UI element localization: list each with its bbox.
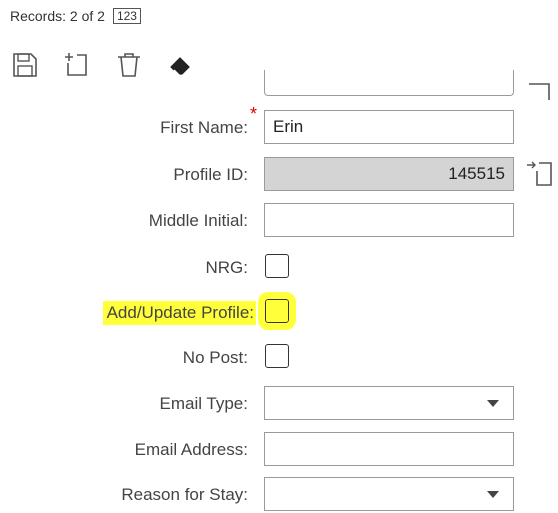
save-icon [13,53,37,77]
save-button[interactable] [10,50,40,80]
email-type-label: Email Type: [159,394,248,413]
records-indicator: Records: 2 of 2 123 [10,8,141,24]
records-count: Records: 2 of 2 [10,8,105,24]
first-name-field[interactable]: Erin [264,110,514,144]
new-record-button[interactable] [62,50,92,80]
new-record-icon [65,53,87,76]
row-reason-for-stay: Reason for Stay: [0,477,558,513]
profile-lookup-icon[interactable] [525,159,555,189]
row-nrg: NRG: [0,250,558,286]
first-name-label: First Name: [160,118,248,137]
partial-field-top[interactable] [264,70,514,96]
email-type-select[interactable] [264,386,514,420]
no-post-label: No Post: [182,348,248,367]
row-add-update-profile: Add/Update Profile: [0,292,558,331]
nrg-label: NRG: [205,258,249,277]
chevron-down-icon [487,400,499,407]
record-number-badge[interactable]: 123 [112,8,141,24]
row-middle-initial: Middle Initial: [0,203,558,239]
delete-button[interactable] [114,50,144,80]
toolbar [10,50,196,80]
row-no-post: No Post: [0,340,558,376]
row-first-name: First Name: * Erin [0,104,558,146]
add-update-profile-label: Add/Update Profile: [102,301,256,325]
row-profile-id: Profile ID: 145515 [0,157,558,193]
eraser-icon [170,57,190,77]
required-marker: * [250,104,258,124]
profile-id-field: 145515 [264,157,514,191]
middle-initial-field[interactable] [264,203,514,237]
no-post-checkbox[interactable] [265,344,289,368]
row-email-type: Email Type: [0,386,558,422]
email-address-label: Email Address: [134,440,248,459]
middle-initial-label: Middle Initial: [148,211,248,230]
reason-for-stay-label: Reason for Stay: [121,485,248,504]
lookup-icon[interactable] [525,78,555,108]
nrg-checkbox[interactable] [265,254,289,278]
clear-button[interactable] [166,50,196,80]
reason-for-stay-select[interactable] [264,477,514,511]
email-address-field[interactable] [264,432,514,466]
add-update-profile-checkbox[interactable] [258,292,296,330]
profile-id-label: Profile ID: [173,165,248,184]
chevron-down-icon [487,491,499,498]
row-email-address: Email Address: [0,432,558,468]
trash-icon [118,53,140,77]
